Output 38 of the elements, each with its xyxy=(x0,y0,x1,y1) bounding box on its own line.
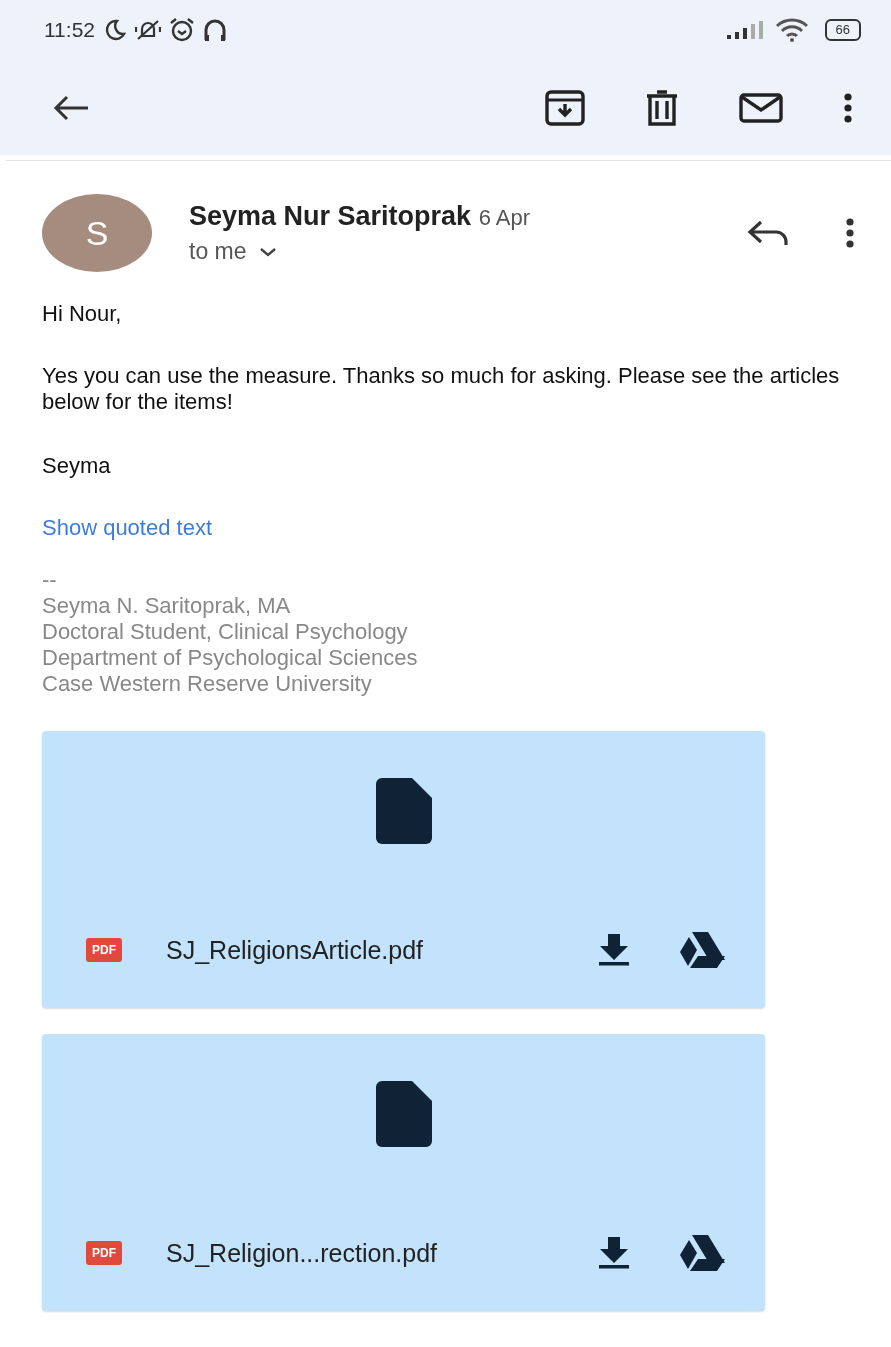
pdf-badge: PDF xyxy=(86,1241,122,1265)
moon-icon xyxy=(103,18,127,42)
signature-line: -- xyxy=(42,567,58,593)
back-arrow-icon[interactable] xyxy=(52,93,90,122)
attachment-card[interactable]: PDF SJ_Religion...rection.pdf xyxy=(42,1034,765,1311)
muted-bell-icon xyxy=(135,18,161,42)
alarm-clock-icon xyxy=(169,17,195,43)
more-options-icon[interactable] xyxy=(845,218,855,248)
signature-line: Department of Psychological Sciences xyxy=(42,645,419,671)
document-icon xyxy=(375,777,432,844)
document-icon xyxy=(375,1080,432,1147)
reply-icon[interactable] xyxy=(747,219,789,247)
archive-icon[interactable] xyxy=(545,89,585,126)
signature-line: Case Western Reserve University xyxy=(42,671,373,697)
headphones-icon xyxy=(203,18,227,42)
sender-name: Seyma Nur Saritoprak xyxy=(189,201,472,231)
attachment-card[interactable]: PDF SJ_ReligionsArticle.pdf xyxy=(42,731,765,1008)
download-icon[interactable] xyxy=(597,934,631,966)
status-time: 11:52 xyxy=(44,18,95,42)
closing-text: Seyma xyxy=(42,453,112,479)
message-paragraph: Yes you can use the measure. Thanks so much for asking. Please see the articles below for the items! xyxy=(42,363,841,415)
signature-line: Doctoral Student, Clinical Psychology xyxy=(42,619,409,645)
trash-icon[interactable] xyxy=(645,89,679,126)
download-icon[interactable] xyxy=(597,1237,631,1269)
sender-avatar: S xyxy=(42,194,152,272)
battery-indicator: 66 xyxy=(824,19,861,41)
message-date: 6 Apr xyxy=(478,205,530,230)
chevron-down-icon[interactable] xyxy=(258,246,277,257)
recipient-label: to me xyxy=(189,238,247,265)
mail-icon[interactable] xyxy=(739,92,783,123)
attachment-filename: SJ_ReligionsArticle.pdf xyxy=(166,935,424,965)
show-quoted-text-link[interactable]: Show quoted text xyxy=(42,515,212,541)
wifi-icon xyxy=(774,18,809,42)
greeting-text: Hi Nour, xyxy=(42,301,123,327)
attachment-filename: SJ_Religion...rection.pdf xyxy=(166,1238,437,1268)
pdf-badge: PDF xyxy=(86,938,122,962)
more-options-icon[interactable] xyxy=(843,92,853,123)
signature-line: Seyma N. Saritoprak, MA xyxy=(42,593,292,619)
